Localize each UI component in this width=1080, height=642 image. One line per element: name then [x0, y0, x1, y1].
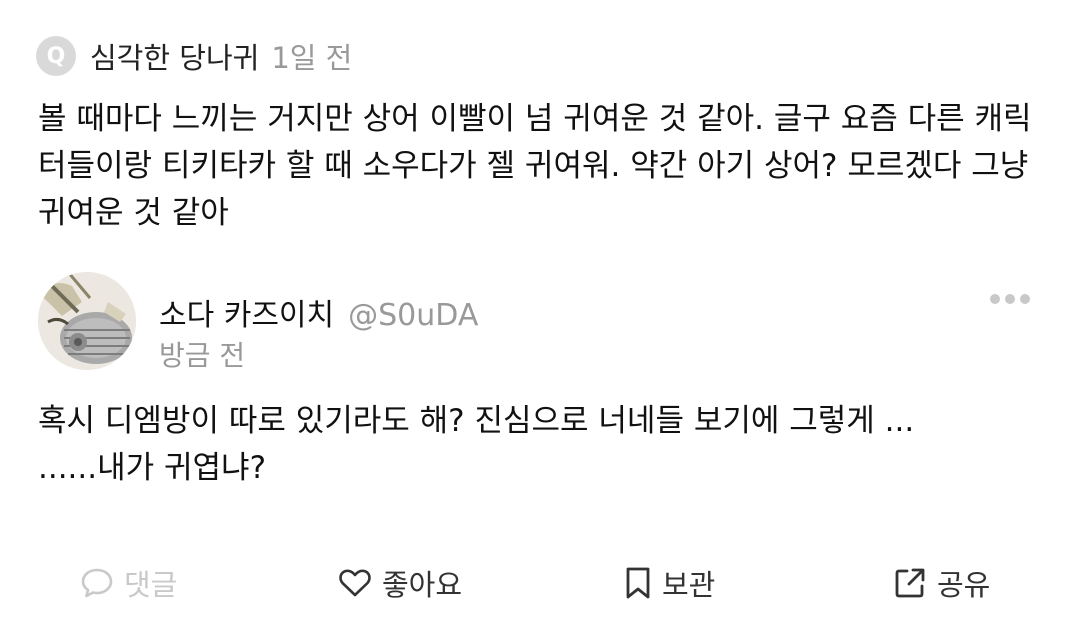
answerer-line: 소다 카즈이치 @S0uDA [159, 290, 478, 334]
action-bar: 댓글 좋아요 보관 공유 [0, 557, 1080, 609]
share-button[interactable]: 공유 [893, 557, 990, 609]
asker-name[interactable]: 심각한 당나귀 [90, 35, 259, 77]
question-header: Q 심각한 당나귀 1일 전 [36, 34, 352, 78]
share-arrow-icon [895, 568, 925, 598]
answer-timestamp: 방금 전 [159, 339, 246, 372]
bookmark-icon [626, 567, 650, 599]
question-text: 볼 때마다 느끼는 거지만 상어 이빨이 넘 귀여운 것 같아. 글구 요즘 다… [38, 101, 1032, 231]
comment-label: 댓글 [124, 568, 178, 602]
like-label: 좋아요 [382, 568, 463, 602]
avatar[interactable] [38, 272, 136, 370]
like-button[interactable]: 좋아요 [338, 557, 462, 609]
answerer-handle[interactable]: @S0uDA [348, 298, 478, 333]
answer-text: 혹시 디엠방이 따로 있기라도 해? 진심으로 너네들 보기에 그렇게 ... … [38, 398, 1048, 492]
heart-icon [339, 569, 371, 597]
question-timestamp: 1일 전 [271, 41, 353, 75]
answer-header: 소다 카즈이치 @S0uDA 방금 전 [38, 268, 1042, 378]
speech-bubble-icon [81, 568, 113, 598]
comment-button[interactable]: 댓글 [80, 557, 177, 609]
q-badge-icon: Q [36, 36, 76, 76]
save-button[interactable]: 보관 [624, 557, 715, 609]
more-options-button[interactable] [990, 294, 1030, 304]
save-label: 보관 [662, 568, 716, 602]
answer-text-line: 혹시 디엠방이 따로 있기라도 해? 진심으로 너네들 보기에 그렇게 ... [38, 403, 915, 439]
share-label: 공유 [937, 568, 991, 602]
answer-text-line: ......내가 귀엽냐? [38, 450, 267, 486]
avatar-image [38, 272, 136, 370]
answerer-name[interactable]: 소다 카즈이치 [159, 290, 334, 334]
more-dots-icon [990, 294, 1000, 304]
